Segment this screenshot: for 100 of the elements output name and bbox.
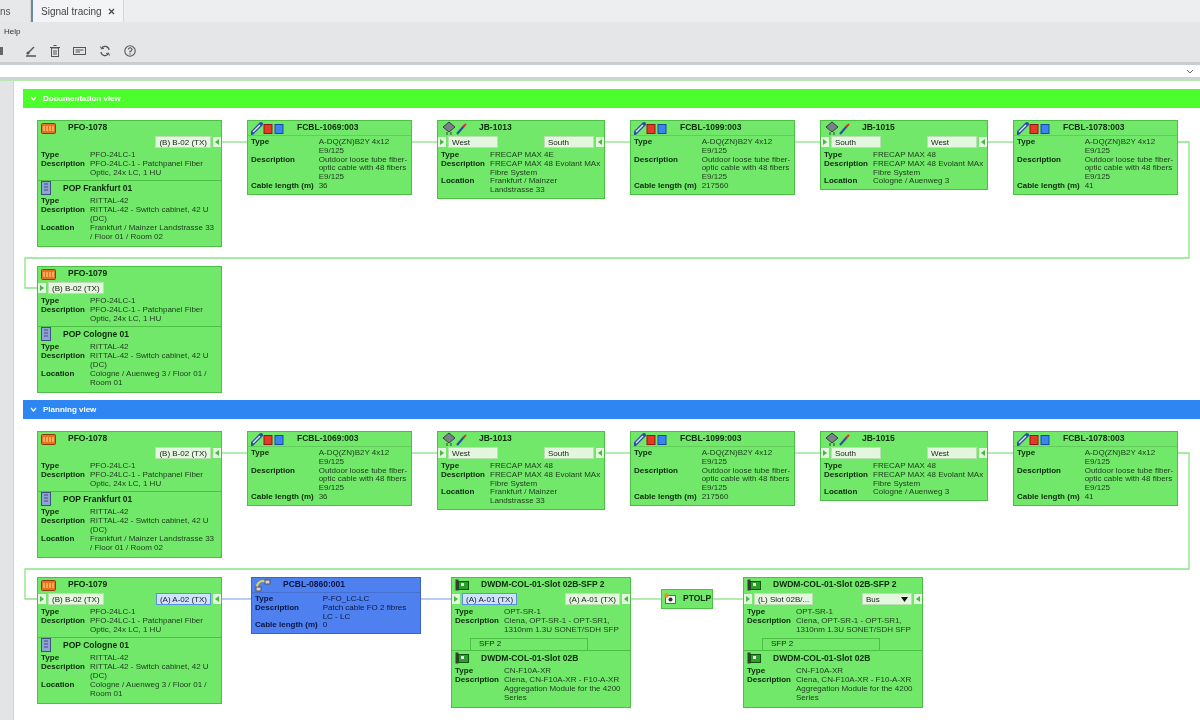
card-icon[interactable]: [73, 46, 86, 56]
port-field[interactable]: South: [544, 136, 594, 148]
field-value: RITTAL-42: [90, 654, 130, 664]
field-value: PFO-24LC-1 - Patchpanel Fiber Optic, 24x LC, 1 HU: [90, 159, 204, 178]
port-connector-icon: [821, 447, 829, 459]
sub-tab[interactable]: SFP 2: [762, 638, 880, 651]
field-label: Description: [824, 159, 868, 170]
caret-icon: [901, 596, 908, 602]
port-field[interactable]: (A) A-02 (TX): [155, 593, 211, 605]
field-label: Type: [441, 151, 460, 159]
port-field[interactable]: (A) A-01 (TX): [564, 593, 620, 605]
field-value: Cologne / Auenweg 3: [873, 488, 951, 498]
field-label: Description: [1017, 155, 1062, 166]
port-field[interactable]: South: [831, 447, 881, 459]
field-value: Frankfurt / Mainzer Landstrasse 33: [490, 488, 559, 506]
field-label: Type: [441, 462, 460, 470]
port-connector-icon: [452, 593, 460, 605]
port-connector-icon: [438, 136, 446, 148]
port-field[interactable]: West: [927, 447, 977, 459]
field-label: Type: [255, 595, 274, 603]
field-label: Type: [41, 608, 60, 616]
field-value: FRECAP MAX 48 Evolant MAx Fibre System: [490, 159, 601, 177]
port-field[interactable]: West: [448, 447, 498, 459]
trash-icon[interactable]: [50, 45, 60, 57]
node-card[interactable]: FCBL-1069:003 Type A-DQ(ZN)B2Y 4x12 E9/125 Description Outdoor loose tube fiber-optic cable with 48 fibers E9/125 Cable length (m) 36: [247, 431, 412, 506]
field-label: Description: [441, 470, 485, 481]
node-card[interactable]: FCBL-1078:003 Type A-DQ(ZN)B2Y 4x12 E9/125 Description Outdoor loose tube fiber-optic cable with 48 fibers E9/125 Cable length (m) 41: [1013, 120, 1178, 195]
field-value: Outdoor loose tube fiber-optic cable with 48 fibers E9/125: [701, 466, 791, 493]
field-value: A-DQ(ZN)B2Y 4x12 E9/125: [701, 449, 774, 467]
junction-box-icon: [824, 121, 850, 135]
chevron-icon: [30, 406, 37, 413]
port-field[interactable]: West: [927, 136, 977, 148]
field-label: Description: [41, 305, 85, 316]
field-value: 36: [318, 182, 329, 191]
cable-icon: [634, 121, 668, 135]
brush-icon[interactable]: [25, 45, 37, 57]
field-label: Type: [747, 667, 767, 676]
field-value: Patch cable FO 2 fibres LC - LC: [322, 603, 408, 622]
field-value: 217560: [701, 182, 730, 191]
port-field[interactable]: West: [448, 136, 498, 148]
port-field[interactable]: (B) B-02 (TX): [48, 282, 104, 294]
field-label: Cable length (m): [251, 493, 314, 502]
port-field[interactable]: (B) B-02 (TX): [155, 447, 211, 459]
close-icon[interactable]: [107, 7, 115, 15]
node-title: FCBL-1078:003: [1063, 123, 1125, 133]
cable-icon: [251, 432, 285, 446]
section-header[interactable]: Planning view: [23, 400, 1200, 419]
node-card[interactable]: JB-1013 West South Type FRECAP MAX 48 Description FRECAP MAX 48 Evolant MAx Fibre System Location Frankfurt / Mainzer Landstrasse 33: [437, 431, 605, 510]
field-value: FRECAP MAX 48: [490, 462, 554, 471]
tab[interactable]: Signal tracing: [31, 0, 124, 22]
field-value: 36: [318, 493, 329, 502]
field-label: Type: [251, 138, 271, 148]
field-label: Type: [41, 654, 61, 664]
field-value: FRECAP MAX 48: [873, 151, 937, 160]
help-icon[interactable]: [124, 45, 136, 57]
port-connector-icon: [38, 593, 46, 605]
field-value: FRECAP MAX 48 Evolant MAx Fibre System: [490, 470, 601, 488]
circuit-card-icon: [747, 652, 761, 665]
node-card[interactable]: FCBL-1099:003 Type A-DQ(ZN)B2Y 4x12 E9/125 Description Outdoor loose tube fiber-optic cable with 48 fibers E9/125 Cable length (m) 217560: [630, 431, 795, 506]
field-label: Type: [824, 462, 843, 470]
chevron-icon[interactable]: [1186, 68, 1194, 74]
field-label: Cable length (m): [634, 182, 697, 191]
node-card[interactable]: [37, 577, 222, 705]
node-card[interactable]: JB-1015 South West Type FRECAP MAX 48 Description FRECAP MAX 48 Evolant MAx Fibre System Location Cologne / Auenweg 3: [820, 120, 988, 191]
port-connector-icon: [213, 593, 221, 605]
node-card[interactable]: FCBL-1078:003 Type A-DQ(ZN)B2Y 4x12 E9/125 Description Outdoor loose tube fiber-optic cable with 48 fibers E9/125 Cable length (m) 41: [1013, 431, 1178, 506]
field-label: Description: [41, 159, 85, 170]
node-card[interactable]: [37, 120, 222, 248]
port-dropdown[interactable]: Bus: [862, 593, 912, 605]
field-label: Description: [634, 466, 679, 477]
port-field[interactable]: South: [544, 447, 594, 459]
node-card[interactable]: [451, 577, 631, 709]
node-card[interactable]: FCBL-1099:003 Type A-DQ(ZN)B2Y 4x12 E9/125 Description Outdoor loose tube fiber-optic cable with 48 fibers E9/125 Cable length (m) 217560: [630, 120, 795, 195]
node-card[interactable]: [37, 431, 222, 559]
port-field[interactable]: (L) Slot 02B/...: [754, 593, 814, 605]
port-field[interactable]: (A) A-01 (TX): [462, 593, 518, 605]
tab[interactable]: ns: [0, 0, 31, 22]
port-field[interactable]: (B) B-02 (TX): [48, 593, 104, 605]
node-card[interactable]: PTOLP: [661, 589, 713, 609]
field-label: Type: [41, 297, 60, 305]
node-card[interactable]: [37, 266, 222, 394]
refresh-icon[interactable]: [99, 45, 111, 57]
cable-icon: [251, 121, 285, 135]
field-label: Type: [41, 343, 61, 353]
menu-item[interactable]: Help: [4, 26, 21, 36]
toolbar-icon[interactable]: [0, 45, 6, 57]
node-card[interactable]: PCBL-0860:001 Type P-FO_LC-LC Description Patch cable FO 2 fibres LC - LC Cable length (m) 0: [251, 577, 421, 635]
node-card[interactable]: FCBL-1069:003 Type A-DQ(ZN)B2Y 4x12 E9/125 Description Outdoor loose tube fiber-optic cable with 48 fibers E9/125 Cable length (m) 36: [247, 120, 412, 195]
node-title: DWDM-COL-01-Slot 02B-SFP 2: [481, 580, 605, 590]
node-card[interactable]: JB-1013 West South Type FRECAP MAX 4E Description FRECAP MAX 48 Evolant MAx Fibre System Location Frankfurt / Mainzer Landstrasse 33: [437, 120, 605, 199]
port-field[interactable]: South: [831, 136, 881, 148]
sub-title: POP Frankfurt 01: [63, 183, 133, 194]
field-value: A-DQ(ZN)B2Y 4x12 E9/125: [318, 449, 391, 467]
field-label: Type: [41, 197, 61, 207]
node-title: FCBL-1099:003: [680, 434, 742, 444]
sub-tab[interactable]: SFP 2: [470, 638, 588, 651]
node-card[interactable]: JB-1015 South West Type FRECAP MAX 48 Description FRECAP MAX 48 Evolant MAx Fibre System Location Cologne / Auenweg 3: [820, 431, 988, 502]
node-card[interactable]: [743, 577, 923, 709]
port-field[interactable]: (B) B-02 (TX): [155, 136, 211, 148]
field-value: 217560: [701, 493, 730, 502]
